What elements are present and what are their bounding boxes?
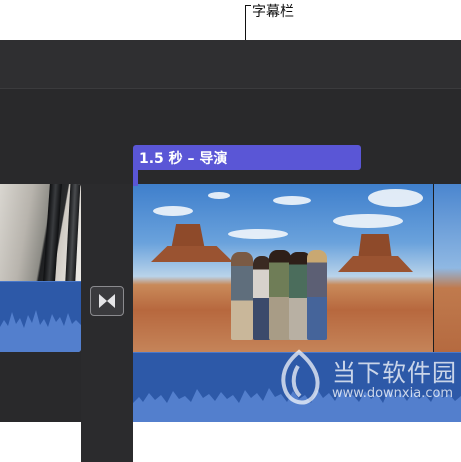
title-bar[interactable]: 1.5 秒 – 导演 xyxy=(133,145,361,170)
transition-bowtie-icon xyxy=(99,294,115,308)
cloud xyxy=(228,229,288,239)
watermark-name: 当下软件园 xyxy=(332,359,457,387)
person xyxy=(269,250,291,340)
butte-left-base xyxy=(151,246,233,262)
person xyxy=(307,250,327,340)
watermark-url: www.downxia.com xyxy=(332,386,454,401)
cloud xyxy=(208,192,230,199)
timeline-top-band xyxy=(0,40,461,89)
clip-thumbnail-monument-valley xyxy=(133,184,433,352)
cloud xyxy=(333,214,403,228)
clip-gap xyxy=(81,184,133,462)
callout-leader-tick xyxy=(245,5,251,6)
watermark: 当下软件园 www.downxia.com xyxy=(270,348,460,418)
video-clip-previous[interactable] xyxy=(0,184,81,352)
callout-label: 字幕栏 xyxy=(252,4,294,20)
butte-right-base xyxy=(338,256,413,272)
cloud xyxy=(368,189,423,207)
person xyxy=(231,252,253,340)
transition-button[interactable] xyxy=(90,286,124,316)
clip-thumbnail-next xyxy=(433,184,461,352)
title-bar-label: 1.5 秒 – 导演 xyxy=(139,151,228,167)
audio-waveform-previous[interactable] xyxy=(0,281,81,352)
cloud xyxy=(273,196,311,205)
leaf-logo-icon xyxy=(281,349,320,405)
title-bar-stem xyxy=(133,168,138,186)
cloud xyxy=(153,206,193,216)
